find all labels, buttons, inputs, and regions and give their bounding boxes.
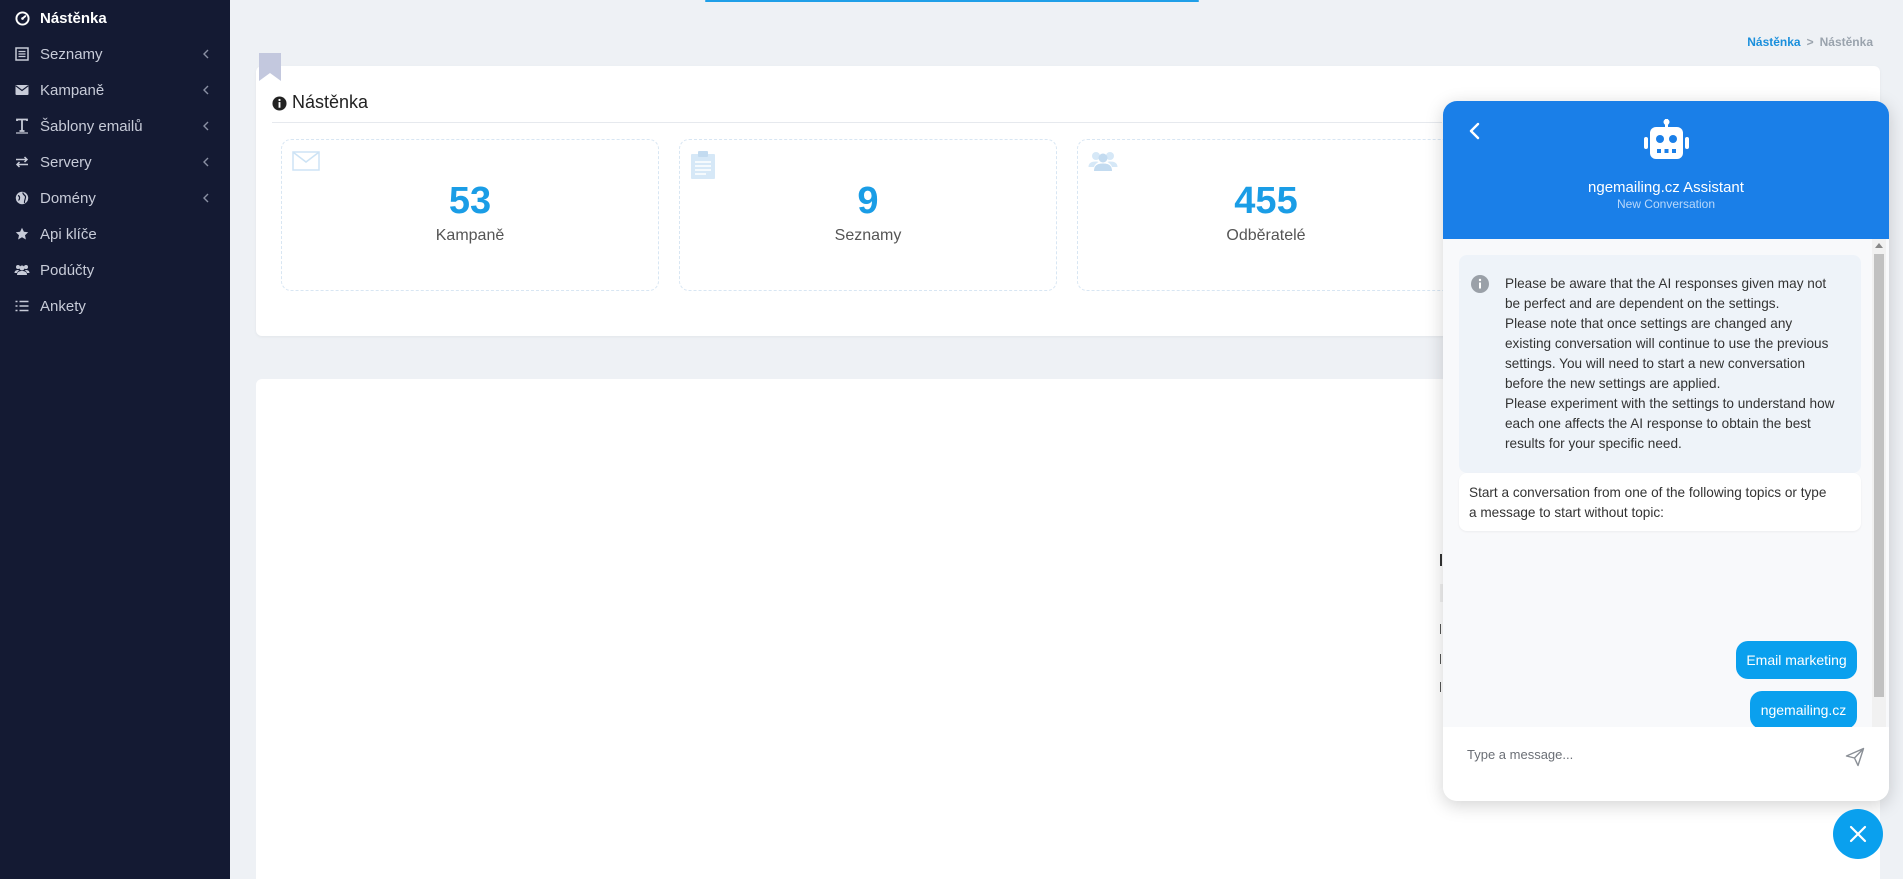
users-icon	[1088, 150, 1118, 178]
sidebar-item-label: Ankety	[40, 297, 86, 315]
notice-line: each one affects the AI response to obta…	[1505, 416, 1811, 431]
chat-subtitle: New Conversation	[1616, 197, 1716, 211]
close-chat-button[interactable]	[1833, 809, 1883, 859]
back-button[interactable]	[1463, 119, 1487, 143]
robot-icon	[1638, 119, 1694, 165]
send-button[interactable]	[1845, 747, 1865, 767]
sidebar-item-sablony-emailu[interactable]: Šablony emailů	[0, 108, 230, 144]
notice-line: be perfect and are dependent on the sett…	[1505, 296, 1780, 311]
close-icon	[1849, 825, 1867, 843]
chat-messages: Please be aware that the AI responses gi…	[1443, 239, 1889, 729]
stat-card-subscribers[interactable]: 455 Odběratelé	[1077, 139, 1455, 291]
sidebar-item-api-klice[interactable]: Api klíče	[0, 216, 230, 252]
sidebar-item-domeny[interactable]: Domény	[0, 180, 230, 216]
sidebar-item-label: Domény	[40, 189, 96, 207]
sidebar-item-label: Kampaně	[40, 81, 105, 99]
page-title: Nástěnka	[272, 92, 368, 113]
breadcrumb: Nástěnka > Nástěnka	[1747, 35, 1873, 49]
notice-line: Please be aware that the AI responses gi…	[1505, 276, 1827, 291]
text-icon	[14, 118, 30, 134]
globe-icon	[14, 190, 30, 206]
topic-button-ngemailing[interactable]: ngemailing.cz	[1750, 691, 1857, 729]
stat-card-lists[interactable]: 9 Seznamy	[679, 139, 1057, 291]
stat-label: Odběratelé	[1226, 227, 1306, 244]
notice-line: results for your specific need.	[1505, 436, 1682, 451]
envelope-icon	[292, 150, 320, 178]
stat-value: 455	[1234, 180, 1298, 222]
sidebar-item-servery[interactable]: Servery	[0, 144, 230, 180]
notice-line: Please experiment with the settings to u…	[1505, 396, 1835, 411]
notice-text: Please be aware that the AI responses gi…	[1505, 274, 1849, 454]
dashboard-icon	[14, 10, 30, 26]
users-icon	[14, 262, 30, 278]
chevron-left-icon	[200, 47, 212, 61]
sidebar-item-ankety[interactable]: Ankety	[0, 288, 230, 324]
info-icon	[1471, 275, 1489, 293]
breadcrumb-separator: >	[1806, 35, 1814, 49]
sidebar-item-label: Api klíče	[40, 225, 97, 243]
sidebar-item-label: Nástěnka	[40, 9, 107, 27]
sidebar-item-coducty[interactable]: Podúčty	[0, 252, 230, 288]
clipboard-icon	[690, 150, 718, 179]
list-icon	[14, 298, 30, 314]
chevron-left-icon	[200, 119, 212, 133]
message-input[interactable]	[1467, 743, 1827, 765]
chat-title: ngemailing.cz Assistant	[1588, 179, 1744, 196]
chat-header: ngemailing.cz Assistant New Conversation	[1443, 101, 1889, 239]
bot-message-text: Start a conversation from one of the fol…	[1469, 483, 1849, 523]
exchange-icon	[14, 154, 30, 170]
scroll-up-arrow-icon[interactable]	[1875, 243, 1883, 248]
notice-line: settings. You will need to start a new c…	[1505, 356, 1805, 371]
notice-line: Please note that once settings are chang…	[1505, 316, 1793, 331]
sidebar-item-label: Šablony emailů	[40, 117, 143, 135]
star-icon	[14, 226, 30, 242]
sidebar-item-label: Podúčty	[40, 261, 95, 279]
bot-message: Start a conversation from one of the fol…	[1459, 473, 1861, 531]
envelope-icon	[14, 82, 30, 98]
breadcrumb-link[interactable]: Nástěnka	[1747, 35, 1800, 49]
stat-label: Kampaně	[435, 227, 505, 244]
stat-card-campaigns[interactable]: 53 Kampaně	[281, 139, 659, 291]
sidebar-item-label: Servery	[40, 153, 92, 171]
chevron-left-icon	[200, 191, 212, 205]
bot-message-line: a message to start without topic:	[1469, 505, 1664, 520]
chevron-left-icon	[200, 83, 212, 97]
chat-scrollbar[interactable]	[1872, 239, 1886, 727]
loading-bar	[705, 0, 1199, 2]
chevron-left-icon	[200, 155, 212, 169]
sidebar-item-nastenka[interactable]: Nástěnka	[0, 0, 230, 36]
chat-input-area	[1443, 727, 1889, 801]
info-circle-icon	[272, 95, 287, 111]
scrollbar-thumb[interactable]	[1874, 254, 1884, 697]
sidebar: Nástěnka Seznamy Kampaně Šablony emailů …	[0, 0, 230, 879]
topic-button-email-marketing[interactable]: Email marketing	[1736, 641, 1857, 679]
send-icon	[1845, 747, 1865, 767]
page-title-text: Nástěnka	[292, 92, 369, 112]
sidebar-item-kampane[interactable]: Kampaně	[0, 72, 230, 108]
notice-line: existing conversation will continue to u…	[1505, 336, 1829, 351]
ai-notice: Please be aware that the AI responses gi…	[1459, 255, 1861, 473]
bot-message-line: Start a conversation from one of the fol…	[1469, 485, 1827, 500]
sidebar-item-seznamy[interactable]: Seznamy	[0, 36, 230, 72]
divider	[272, 122, 1442, 123]
stat-value: 53	[448, 180, 492, 222]
sidebar-item-label: Seznamy	[40, 45, 103, 63]
bookmark-icon	[259, 53, 281, 81]
list-icon	[14, 46, 30, 62]
chevron-left-icon	[1469, 122, 1480, 140]
stat-label: Seznamy	[834, 227, 902, 244]
notice-line: before the new settings are applied.	[1505, 376, 1721, 391]
chat-widget: ngemailing.cz Assistant New Conversation…	[1443, 101, 1889, 801]
breadcrumb-current: Nástěnka	[1819, 35, 1873, 49]
stat-value: 9	[857, 180, 879, 222]
